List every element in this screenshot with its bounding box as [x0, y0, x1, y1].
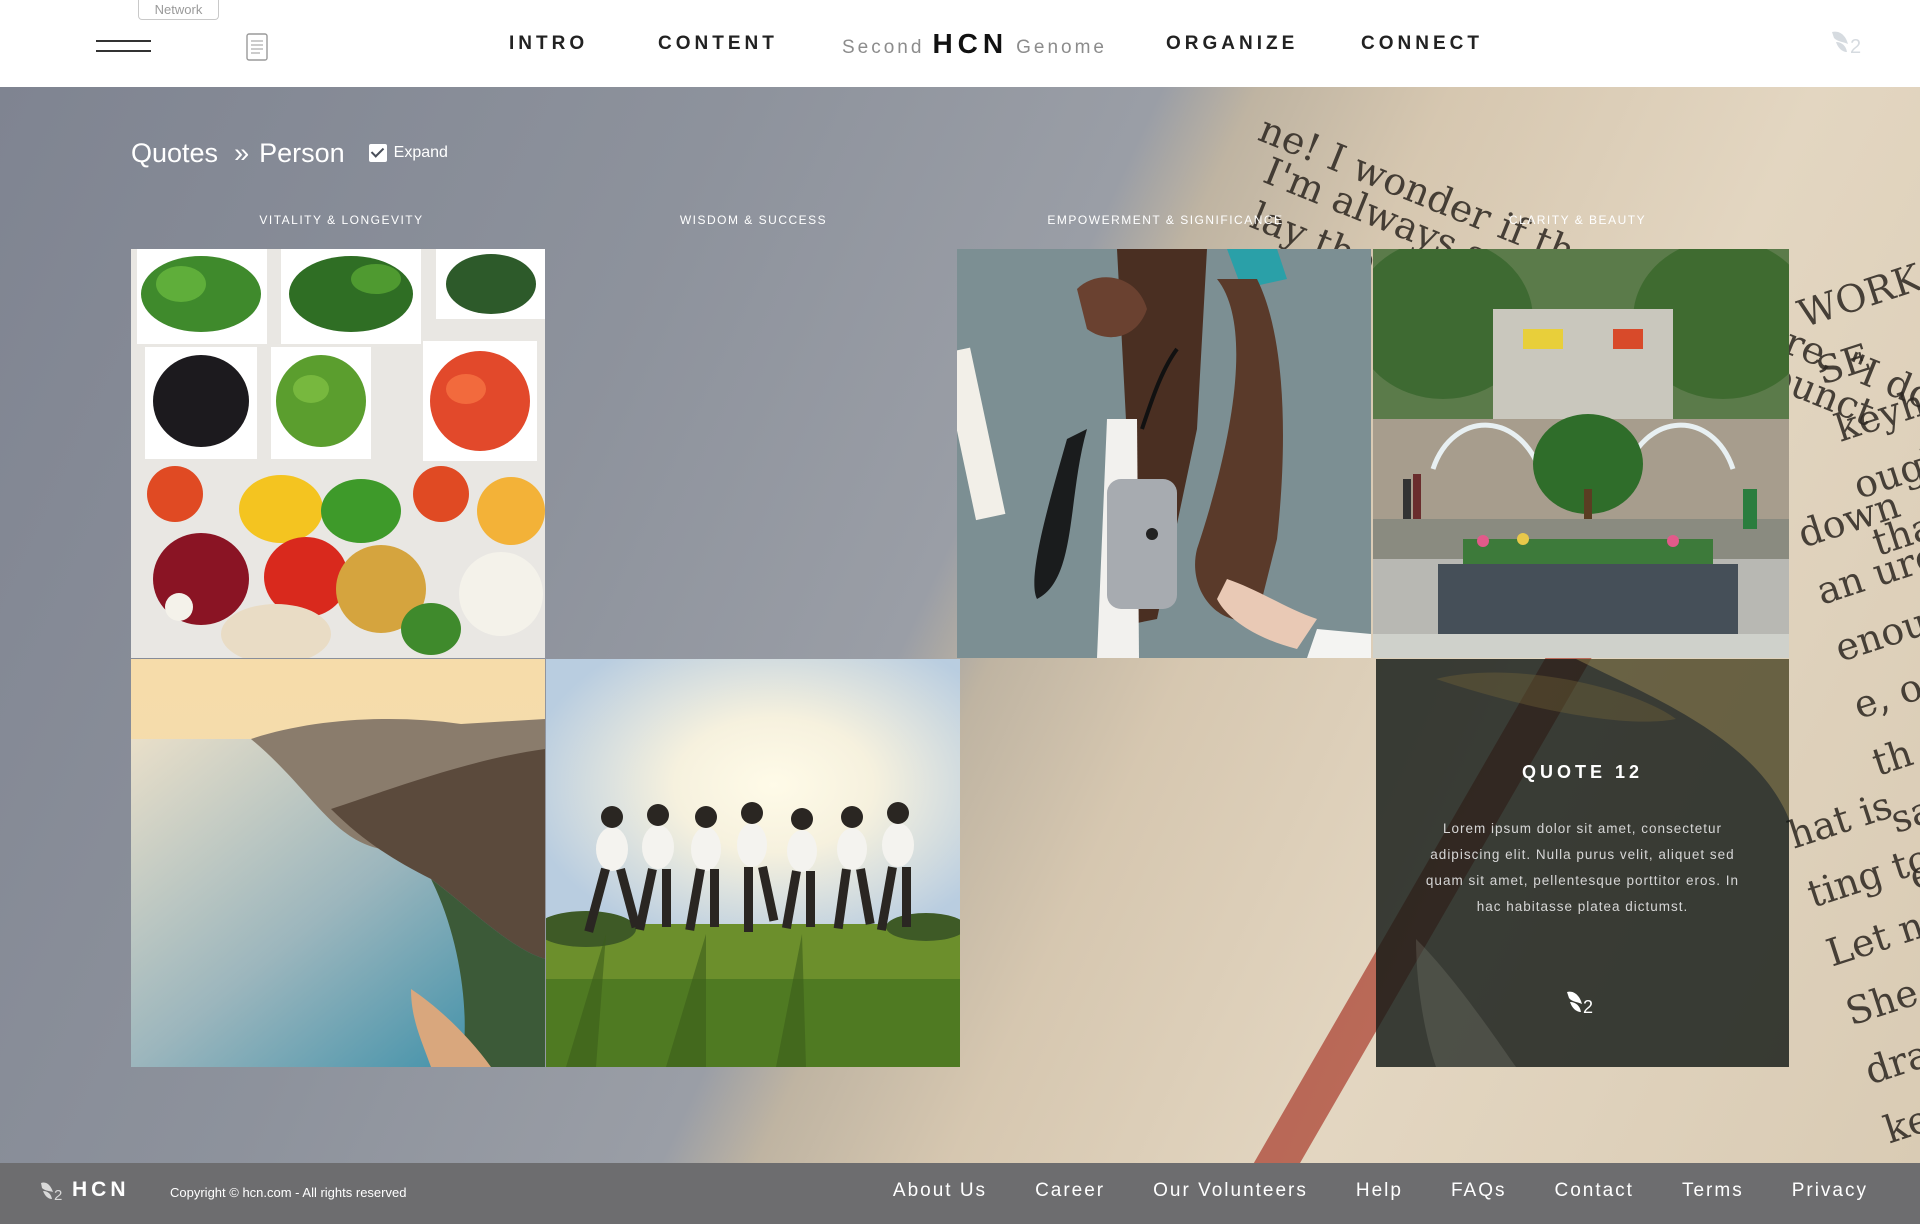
svg-text:2: 2 — [1850, 36, 1861, 58]
footer-link-our-volunteers[interactable]: Our Volunteers — [1153, 1180, 1308, 1202]
svg-text:2: 2 — [1583, 997, 1593, 1017]
expand-label: Expand — [393, 144, 448, 161]
quote-card[interactable]: QUOTE 12 Lorem ipsum dolor sit amet, con… — [1376, 659, 1789, 1067]
brand-logo[interactable]: Second HCN Genome — [842, 27, 1107, 61]
tile-coast-image[interactable] — [131, 659, 545, 1067]
footer-link-about-us[interactable]: About Us — [893, 1180, 987, 1202]
copyright-text: Copyright © hcn.com - All rights reserve… — [170, 1185, 407, 1200]
butterfly-logo-icon[interactable]: 2 — [1830, 28, 1872, 58]
nav-connect[interactable]: CONNECT — [1361, 30, 1483, 58]
breadcrumb: Quotes » Person Expand — [131, 135, 448, 171]
book-text-line: hat is ting to Let n She drag keyhole- t… — [1782, 782, 1920, 1163]
category-empowerment[interactable]: EMPOWERMENT & SIGNIFICANCE — [958, 213, 1373, 227]
footer: 2 HCN Copyright © hcn.com - All rights r… — [0, 1163, 1920, 1224]
brand-prefix: Second — [842, 37, 925, 58]
quote-title: QUOTE 12 — [1521, 762, 1644, 782]
tile-runners-image[interactable] — [546, 659, 960, 1067]
network-tab[interactable]: Network — [138, 0, 219, 20]
category-wisdom[interactable]: WISDOM & SUCCESS — [546, 213, 961, 227]
footer-link-terms[interactable]: Terms — [1682, 1180, 1744, 1202]
svg-text:2: 2 — [54, 1187, 62, 1204]
category-clarity[interactable]: CLARITY & BEAUTY — [1370, 213, 1785, 227]
quote-body: Lorem ipsum dolor sit amet, consectetur … — [1425, 821, 1740, 914]
nav-organize[interactable]: ORGANIZE — [1166, 30, 1298, 58]
butterfly-logo-icon[interactable]: 2 — [40, 1180, 70, 1204]
expand-toggle[interactable]: Expand — [368, 144, 448, 162]
footer-link-help[interactable]: Help — [1356, 1180, 1403, 1202]
footer-link-faqs[interactable]: FAQs — [1451, 1180, 1507, 1202]
tile-vegetables-image[interactable] — [131, 249, 545, 658]
butterfly-logo-icon: 2 — [1567, 991, 1593, 1017]
menu-icon[interactable] — [96, 36, 151, 54]
footer-brand[interactable]: HCN — [72, 1178, 130, 1202]
brand-suffix: Genome — [1016, 37, 1107, 58]
brand-name: HCN — [932, 28, 1009, 59]
tile-blood-pressure-image[interactable] — [957, 249, 1371, 658]
tile-mall-image[interactable] — [1373, 249, 1789, 658]
footer-link-privacy[interactable]: Privacy — [1792, 1180, 1868, 1202]
expand-checkbox[interactable] — [368, 144, 387, 162]
footer-link-career[interactable]: Career — [1035, 1180, 1105, 1202]
breadcrumb-person[interactable]: Person — [259, 138, 345, 169]
footer-links: About Us Career Our Volunteers Help FAQs… — [893, 1180, 1868, 1202]
breadcrumb-separator: » — [234, 137, 250, 168]
nav-content[interactable]: CONTENT — [658, 30, 778, 58]
category-vitality[interactable]: VITALITY & LONGEVITY — [134, 213, 549, 227]
nav-intro[interactable]: INTRO — [509, 30, 588, 58]
document-icon[interactable] — [244, 32, 270, 62]
footer-link-contact[interactable]: Contact — [1554, 1180, 1633, 1202]
breadcrumb-quotes[interactable]: Quotes — [131, 138, 218, 169]
top-header: Network INTRO CONTENT Second HCN Genome OR… — [0, 0, 1920, 87]
